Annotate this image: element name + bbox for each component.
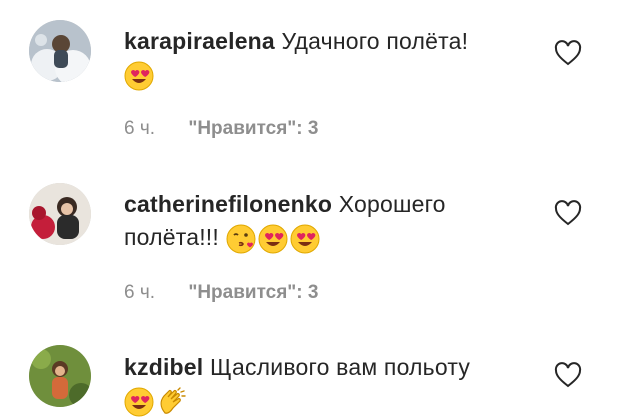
comment-username[interactable]: kzdibel — [124, 354, 203, 380]
comment-likes[interactable]: "Нравится": 3 — [188, 118, 318, 139]
avatar[interactable] — [29, 183, 91, 245]
comment-meta: 6 ч. "Нравится": 3 — [124, 282, 318, 304]
comment-text: Щасливого вам польоту — [209, 354, 471, 380]
heart-eyes-emoji-icon — [124, 387, 154, 417]
avatar[interactable] — [29, 20, 91, 82]
like-heart-icon[interactable] — [553, 360, 583, 390]
comment-time[interactable]: 6 ч. — [124, 282, 155, 303]
heart-eyes-emoji-icon — [124, 61, 154, 91]
like-heart-icon[interactable] — [553, 198, 583, 228]
comment-username[interactable]: karapiraelena — [124, 28, 275, 54]
heart-eyes-emoji-icon — [258, 224, 288, 254]
comment-likes[interactable]: "Нравится": 3 — [188, 282, 318, 303]
comment-text-block: catherinefilonenko Хорошего полёта!!! — [124, 188, 524, 254]
heart-eyes-emoji-icon — [290, 224, 320, 254]
comment-text-block: karapiraelena Удачного полёта! — [124, 25, 524, 91]
avatar[interactable] — [29, 345, 91, 407]
comment-text: Удачного полёта! — [281, 28, 469, 54]
comment-time[interactable]: 6 ч. — [124, 118, 155, 139]
comment-meta: 6 ч. "Нравится": 3 — [124, 118, 318, 140]
comment-text-block: kzdibel Щасливого вам польоту — [124, 351, 524, 417]
clapping-hands-emoji-icon — [156, 387, 186, 417]
kissing-heart-emoji-icon — [226, 224, 256, 254]
like-heart-icon[interactable] — [553, 38, 583, 68]
comment-username[interactable]: catherinefilonenko — [124, 191, 332, 217]
